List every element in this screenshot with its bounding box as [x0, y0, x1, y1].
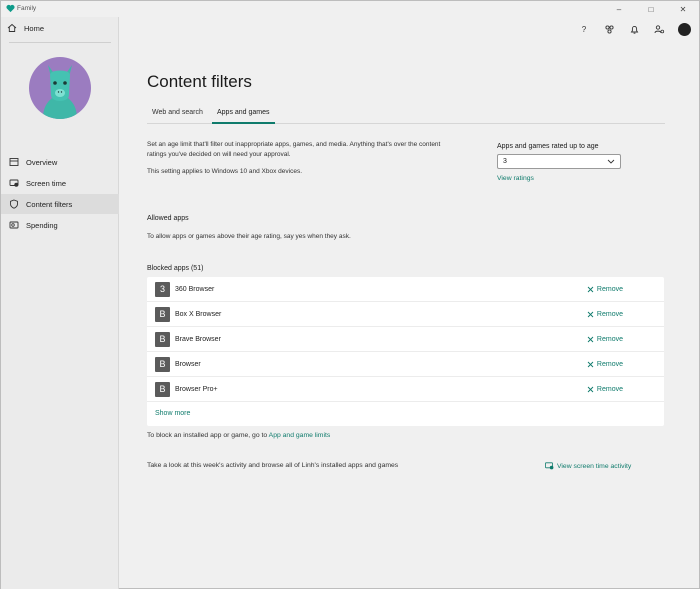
- app-name: 360 Browser: [175, 285, 215, 293]
- close-icon: [587, 311, 594, 317]
- app-and-game-limits-link[interactable]: App and game limits: [269, 432, 331, 439]
- page-title: Content filters: [147, 72, 252, 91]
- shield-icon: [9, 199, 19, 209]
- app-window: Family – □ ✕ Home Overview Screen time C…: [0, 0, 700, 589]
- spending-icon: [9, 220, 19, 230]
- close-button[interactable]: ✕: [667, 1, 699, 17]
- screen-time-icon: [545, 462, 554, 470]
- list-item: B Box X Browser Remove: [147, 302, 664, 327]
- remove-button[interactable]: Remove: [587, 386, 623, 393]
- sidebar-item-label: Spending: [26, 220, 58, 230]
- list-item: B Browser Remove: [147, 352, 664, 377]
- sidebar-item-label: Screen time: [26, 178, 67, 188]
- remove-label: Remove: [596, 310, 623, 318]
- home-icon: [7, 23, 17, 33]
- minimize-button[interactable]: –: [603, 1, 635, 17]
- app-tile-icon: B: [155, 306, 170, 322]
- close-icon: [587, 386, 594, 392]
- allowed-apps-description: To allow apps or games above their age r…: [147, 233, 351, 240]
- screen-time-link-label: View screen time activity: [557, 462, 632, 470]
- overview-icon: [9, 157, 19, 167]
- llama-avatar-icon: [43, 65, 77, 119]
- app-tile-icon: 3: [155, 281, 170, 297]
- app-name: Box X Browser: [175, 310, 222, 318]
- sidebar-item-overview[interactable]: Overview: [1, 152, 119, 172]
- remove-label: Remove: [596, 360, 623, 368]
- age-rating-select[interactable]: 3: [497, 154, 621, 169]
- remove-button[interactable]: Remove: [587, 336, 623, 343]
- sidebar-item-spending[interactable]: Spending: [1, 215, 119, 235]
- blocked-apps-heading: Blocked apps (51): [147, 265, 204, 272]
- remove-button[interactable]: Remove: [587, 361, 623, 368]
- age-rating-value: 3: [503, 158, 507, 165]
- block-note-text: To block an installed app or game, go to: [147, 432, 269, 439]
- sidebar-divider: [9, 42, 111, 43]
- sidebar-item-label: Home: [24, 23, 45, 33]
- age-select-label: Apps and games rated up to age: [497, 143, 599, 150]
- sidebar-item-content-filters[interactable]: Content filters: [1, 194, 119, 214]
- remove-label: Remove: [596, 385, 623, 393]
- close-icon: [587, 361, 594, 367]
- title-bar: Family – □ ✕: [1, 1, 699, 17]
- age-limit-description: Set an age limit that'll filter out inap…: [147, 141, 441, 158]
- chevron-down-icon: [607, 159, 615, 164]
- blocked-apps-list: 3 360 Browser Remove B Box X Browser Rem…: [147, 277, 664, 426]
- sidebar-item-screen-time[interactable]: Screen time: [1, 173, 119, 193]
- applies-to-note: This setting applies to Windows 10 and X…: [147, 168, 303, 175]
- remove-label: Remove: [596, 285, 623, 293]
- close-icon: [587, 336, 594, 342]
- sidebar-item-home[interactable]: Home: [7, 21, 111, 35]
- remove-button[interactable]: Remove: [587, 311, 623, 318]
- close-icon: [587, 286, 594, 292]
- maximize-button[interactable]: □: [635, 1, 667, 17]
- family-heart-icon: [6, 4, 15, 13]
- allowed-apps-heading: Allowed apps: [147, 215, 189, 222]
- app-name: Browser Pro+: [175, 385, 218, 393]
- sidebar: Home Overview Screen time Content filter…: [1, 17, 119, 589]
- tab-apps-and-games[interactable]: Apps and games: [212, 107, 275, 124]
- window-title: Family: [17, 5, 37, 12]
- list-item: 3 360 Browser Remove: [147, 277, 664, 302]
- show-more-link[interactable]: Show more: [155, 410, 190, 417]
- remove-label: Remove: [596, 335, 623, 343]
- remove-button[interactable]: Remove: [587, 286, 623, 293]
- view-ratings-link[interactable]: View ratings: [497, 175, 534, 182]
- app-tile-icon: B: [155, 331, 170, 347]
- list-item: B Browser Pro+ Remove: [147, 377, 664, 402]
- sidebar-item-label: Overview: [26, 157, 58, 167]
- child-avatar[interactable]: [29, 57, 91, 119]
- tab-bar: Web and search Apps and games: [147, 107, 665, 124]
- sidebar-item-label: Content filters: [26, 199, 73, 209]
- block-app-note: To block an installed app or game, go to…: [147, 432, 330, 439]
- tab-web-and-search[interactable]: Web and search: [147, 107, 208, 124]
- window-controls: – □ ✕: [603, 1, 699, 17]
- app-tile-icon: B: [155, 381, 170, 397]
- screen-time-icon: [9, 178, 19, 188]
- main-content: Content filters Web and search Apps and …: [120, 17, 699, 589]
- app-tile-icon: B: [155, 356, 170, 372]
- activity-note: Take a look at this week's activity and …: [147, 462, 399, 469]
- list-item: B Brave Browser Remove: [147, 327, 664, 352]
- app-name: Browser: [175, 360, 201, 368]
- app-name: Brave Browser: [175, 335, 221, 343]
- view-screen-time-activity-link[interactable]: View screen time activity: [545, 462, 631, 470]
